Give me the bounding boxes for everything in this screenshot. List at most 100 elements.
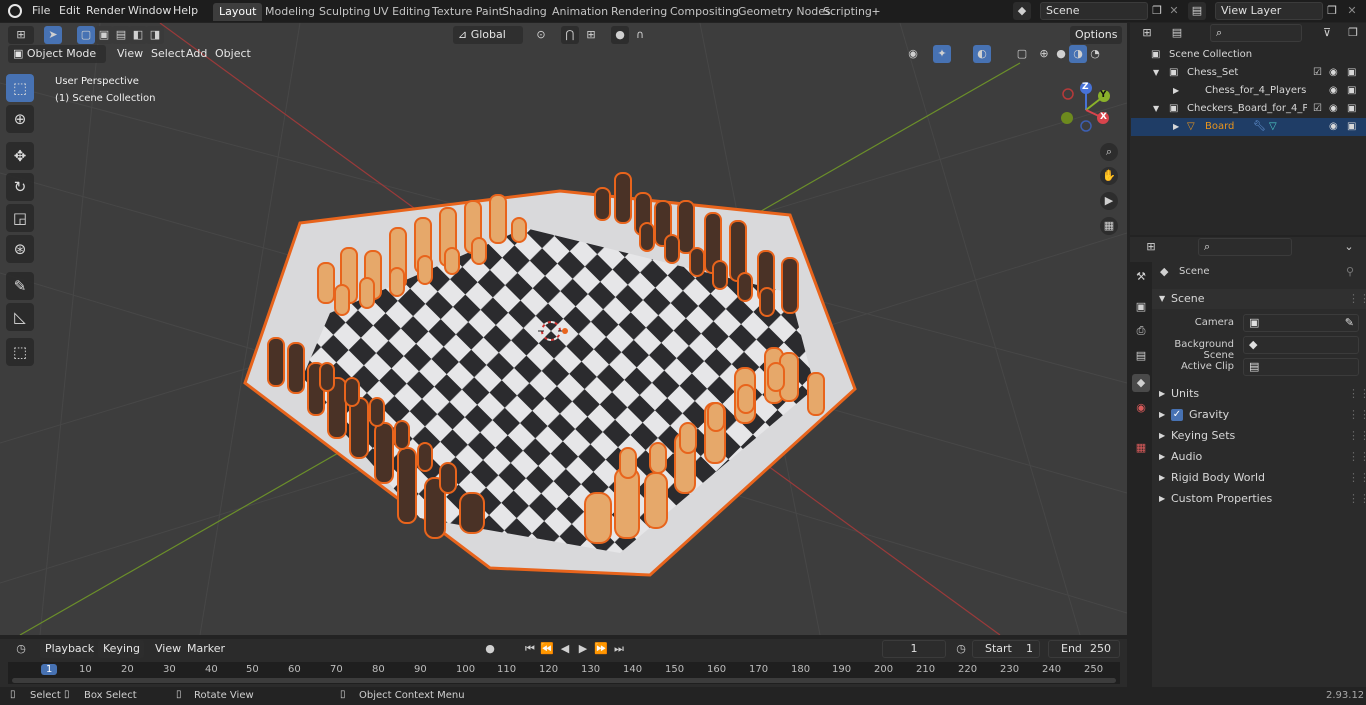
pan-hand-icon[interactable]: ✋	[1100, 167, 1118, 185]
checkbox-icon[interactable]: ☑	[1313, 64, 1322, 82]
drag-handle-icon[interactable]: ⋮⋮	[1348, 405, 1366, 425]
cursor-icon[interactable]: ⊕	[6, 105, 34, 133]
view-layer-tab-icon[interactable]: ▤	[1132, 347, 1150, 365]
copy-scene-icon[interactable]: ❐	[1148, 2, 1166, 20]
measure-icon[interactable]: ◺	[6, 303, 34, 331]
menu-playback[interactable]: Playback	[40, 640, 94, 658]
shading-wireframe-icon[interactable]: ⊕	[1035, 45, 1053, 63]
tab-rendering[interactable]: Rendering	[605, 3, 673, 21]
eye-icon[interactable]: ◉	[1329, 100, 1338, 118]
menu-marker[interactable]: Marker	[182, 640, 230, 658]
snap-target-icon[interactable]: ⊞	[582, 26, 600, 44]
move-icon[interactable]: ✥	[6, 142, 34, 170]
rotate-icon[interactable]: ↻	[6, 173, 34, 201]
panel-units[interactable]: ▶ Units ⋮⋮	[1152, 384, 1366, 404]
drag-handle-icon[interactable]: ⋮⋮	[1348, 468, 1366, 488]
tab-layout[interactable]: Layout	[213, 3, 263, 21]
mode-select[interactable]: ▣ Object Mode	[8, 45, 106, 63]
outliner-row-board[interactable]: ▶ ▽ Board 🔧︎ ▽ ◉ ▣	[1131, 118, 1366, 136]
camera-icon[interactable]: ▣	[1347, 82, 1356, 100]
display-mode-icon[interactable]: ▤	[1168, 24, 1186, 42]
outliner-row-checkers-board[interactable]: ▼ ▣ Checkers_Board_for_4_Player ☑ ◉ ▣	[1131, 100, 1366, 118]
start-frame-field[interactable]: Start 1	[972, 640, 1040, 658]
active-clip-field[interactable]: ▤	[1243, 358, 1359, 376]
select-mode-invert-icon[interactable]: ◧	[129, 26, 147, 44]
pivot-point-icon[interactable]: ⊙	[532, 26, 550, 44]
add-cube-icon[interactable]: ⬚	[6, 338, 34, 366]
add-workspace-icon[interactable]: +	[867, 3, 885, 21]
menu-timeline-view[interactable]: View	[150, 640, 186, 658]
properties-editor-icon[interactable]: ⊞	[1138, 238, 1164, 256]
outliner-search-input[interactable]: ⌕	[1210, 24, 1302, 42]
falloff-icon[interactable]: ∩	[631, 26, 649, 44]
checkbox-icon[interactable]: ☑	[1313, 100, 1322, 118]
eye-icon[interactable]: ◉	[1329, 64, 1338, 82]
outliner-row-scene-collection[interactable]: ▣ Scene Collection	[1131, 46, 1366, 64]
zoom-icon[interactable]: ⌕	[1100, 143, 1118, 161]
frame-ruler[interactable]: 1 10 20 30 40 50 60 70 80 90 100 110 120 130 140 150 160…	[8, 662, 1120, 684]
navigation-gizmo[interactable]: Z Y X	[1058, 80, 1118, 136]
play-icon[interactable]: ▶	[574, 640, 592, 658]
panel-audio[interactable]: ▶ Audio ⋮⋮	[1152, 447, 1366, 467]
next-keyframe-icon[interactable]: ⏩	[592, 640, 610, 658]
visibility-icon[interactable]: ◉	[904, 45, 922, 63]
scene-name-field[interactable]: Scene	[1040, 2, 1148, 20]
copy-view-layer-icon[interactable]: ❐	[1323, 2, 1341, 20]
drag-handle-icon[interactable]: ⋮⋮	[1348, 447, 1366, 467]
select-mode-subtract-icon[interactable]: ▤	[112, 26, 130, 44]
transform-orientation-select[interactable]: ⊿ Global	[453, 26, 523, 44]
perspective-grid-icon[interactable]: ▦	[1100, 217, 1118, 235]
scrollbar[interactable]	[12, 678, 1116, 683]
prev-keyframe-icon[interactable]: ⏪	[538, 640, 556, 658]
play-reverse-icon[interactable]: ◀	[556, 640, 574, 658]
properties-search-input[interactable]: ⌕	[1198, 238, 1292, 256]
select-mode-extend-icon[interactable]: ▣	[95, 26, 113, 44]
snap-icon[interactable]: ⋂	[561, 26, 579, 44]
camera-icon[interactable]: ▣	[1347, 118, 1356, 136]
outliner-editor-icon[interactable]: ⊞	[1138, 24, 1156, 42]
eyedropper-icon[interactable]: ✎	[1345, 315, 1354, 331]
transform-icon[interactable]: ⊛	[6, 235, 34, 263]
camera-view-icon[interactable]: ▶	[1100, 192, 1118, 210]
tab-modeling[interactable]: Modeling	[259, 3, 321, 21]
panel-gravity[interactable]: ▶ ✓ Gravity ⋮⋮	[1152, 405, 1366, 425]
texture-tab-icon[interactable]: ▦	[1132, 439, 1150, 457]
panel-keying-sets[interactable]: ▶ Keying Sets ⋮⋮	[1152, 426, 1366, 446]
shading-solid-icon[interactable]: ●	[1052, 45, 1070, 63]
drag-handle-icon[interactable]: ⋮⋮	[1348, 489, 1366, 509]
menu-help[interactable]: Help	[168, 3, 203, 19]
jump-start-icon[interactable]: ⏮	[521, 640, 539, 658]
camera-icon[interactable]: ▣	[1347, 100, 1356, 118]
view-layer-icon[interactable]: ▤	[1188, 2, 1206, 20]
blender-logo-icon[interactable]	[8, 4, 22, 18]
proportional-edit-icon[interactable]: ●	[611, 26, 629, 44]
drag-handle-icon[interactable]: ⋮⋮	[1348, 384, 1366, 404]
tool-tab-icon[interactable]: ⚒	[1132, 268, 1150, 286]
shading-rendered-icon[interactable]: ◔	[1086, 45, 1104, 63]
menu-view[interactable]: View	[112, 45, 148, 63]
outliner-row-chess-for-4[interactable]: ▶ Chess_for_4_Players ◉ ▣	[1131, 82, 1366, 100]
eye-icon[interactable]: ◉	[1329, 118, 1338, 136]
world-tab-icon[interactable]: ◉	[1132, 399, 1150, 417]
drag-handle-icon[interactable]: ⋮⋮	[1348, 426, 1366, 446]
clock-icon[interactable]: ◷	[952, 640, 970, 658]
camera-field[interactable]: ▣ ✎	[1243, 314, 1359, 332]
current-frame-field[interactable]: 1	[882, 640, 946, 658]
menu-keying[interactable]: Keying	[98, 640, 144, 658]
end-frame-field[interactable]: End 250	[1048, 640, 1120, 658]
outliner-row-chess-set[interactable]: ▼ ▣ Chess_Set ☑ ◉ ▣	[1131, 64, 1366, 82]
menu-add[interactable]: Add	[181, 45, 212, 63]
overlay-toggle-icon[interactable]: ◐	[973, 45, 991, 63]
panel-rigid-body-world[interactable]: ▶ Rigid Body World ⋮⋮	[1152, 468, 1366, 488]
select-mode-new-icon[interactable]: ▢	[77, 26, 95, 44]
menu-object[interactable]: Object	[210, 45, 256, 63]
xray-icon[interactable]: ▢	[1013, 45, 1031, 63]
drag-handle-icon[interactable]: ⋮⋮	[1348, 289, 1366, 309]
select-tool-icon[interactable]: ➤	[44, 26, 62, 44]
scene-tab-icon[interactable]: ◆	[1132, 374, 1150, 392]
menu-file[interactable]: File	[27, 3, 55, 19]
select-box-icon[interactable]: ⬚	[6, 74, 34, 102]
shading-material-icon[interactable]: ◑	[1069, 45, 1087, 63]
panel-custom-properties[interactable]: ▶ Custom Properties ⋮⋮	[1152, 489, 1366, 509]
render-tab-icon[interactable]: ▣	[1132, 298, 1150, 316]
